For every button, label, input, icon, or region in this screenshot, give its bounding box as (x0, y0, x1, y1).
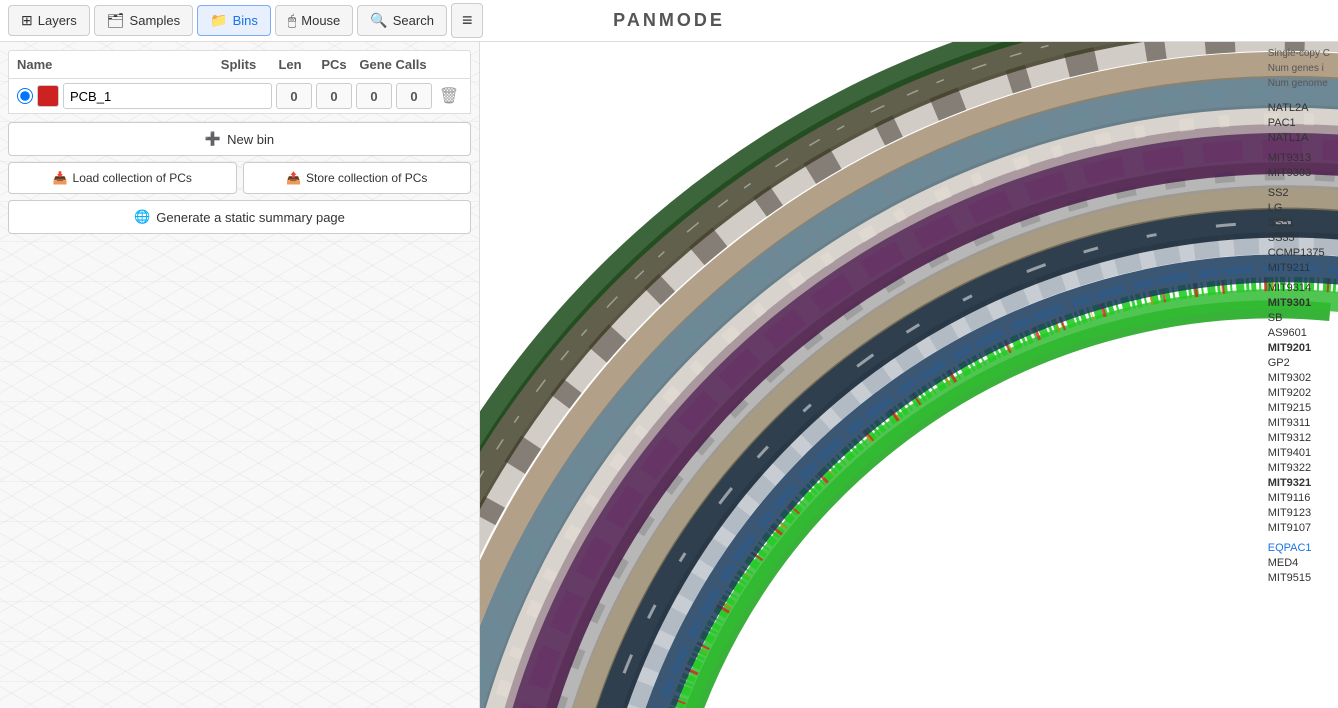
col-genecalls-header: Gene Calls (358, 57, 428, 72)
store-pcs-label: Store collection of PCs (306, 171, 427, 185)
right-panel: Single-copy C Num genes i Num genome NAT… (480, 42, 1338, 708)
globe-icon: 🌐 (134, 209, 150, 225)
tab-layers[interactable]: ⊞ Layers (8, 5, 90, 36)
brand-logo: PANMODE (613, 10, 725, 31)
table-row: 🗑 (8, 79, 471, 114)
load-pcs-button[interactable]: 📥 Load collection of PCs (8, 162, 237, 194)
panel-buttons: ➕ New bin 📥 Load collection of PCs 📤 Sto… (8, 122, 471, 234)
pcs-button-row: 📥 Load collection of PCs 📤 Store collect… (8, 162, 471, 194)
layers-icon: ⊞ (21, 12, 33, 29)
tab-settings[interactable]: ≡ (451, 3, 484, 38)
circular-visualization (480, 42, 1338, 708)
left-panel: Name Splits Len PCs Gene Calls 🗑 (0, 42, 480, 708)
samples-icon: 🗂 (107, 12, 125, 29)
load-pcs-label: Load collection of PCs (73, 171, 192, 185)
store-pcs-button[interactable]: 📤 Store collection of PCs (243, 162, 472, 194)
bin-pcs-input[interactable] (356, 83, 392, 109)
col-len-header: Len (270, 57, 310, 72)
static-summary-button[interactable]: 🌐 Generate a static summary page (8, 200, 471, 234)
tab-mouse[interactable]: 🖱 Mouse (275, 5, 353, 36)
load-icon: 📥 (53, 171, 68, 185)
tab-bins[interactable]: 📁 Bins (197, 5, 271, 36)
tab-search[interactable]: 🔍 Search (357, 5, 447, 36)
plus-icon: ➕ (205, 131, 221, 147)
bin-color-swatch[interactable] (37, 85, 59, 107)
bin-name-input[interactable] (63, 83, 272, 109)
tab-samples-label: Samples (130, 13, 181, 28)
top-navigation: PANMODE ⊞ Layers 🗂 Samples 📁 Bins 🖱 Mous… (0, 0, 1338, 42)
bin-genecalls-input[interactable] (396, 83, 432, 109)
static-summary-label: Generate a static summary page (156, 210, 345, 225)
col-name-header: Name (17, 57, 207, 72)
bin-splits-input[interactable] (276, 83, 312, 109)
new-bin-label: New bin (227, 132, 274, 147)
bin-delete-button[interactable]: 🗑 (436, 83, 462, 109)
mouse-icon: 🖱 (288, 12, 296, 29)
col-pcs-header: PCs (314, 57, 354, 72)
bins-icon: 📁 (210, 12, 227, 29)
store-icon: 📤 (286, 171, 301, 185)
tab-samples[interactable]: 🗂 Samples (94, 5, 193, 36)
new-bin-button[interactable]: ➕ New bin (8, 122, 471, 156)
tab-search-label: Search (393, 13, 434, 28)
bin-radio[interactable] (17, 88, 33, 104)
search-icon: 🔍 (370, 12, 387, 29)
bins-table-header: Name Splits Len PCs Gene Calls (8, 50, 471, 79)
main-layout: Name Splits Len PCs Gene Calls 🗑 (0, 42, 1338, 708)
col-splits-header: Splits (211, 57, 266, 72)
tab-bins-label: Bins (233, 13, 258, 28)
tab-layers-label: Layers (38, 13, 77, 28)
tab-mouse-label: Mouse (301, 13, 340, 28)
menu-icon: ≡ (462, 10, 473, 31)
bin-len-input[interactable] (316, 83, 352, 109)
